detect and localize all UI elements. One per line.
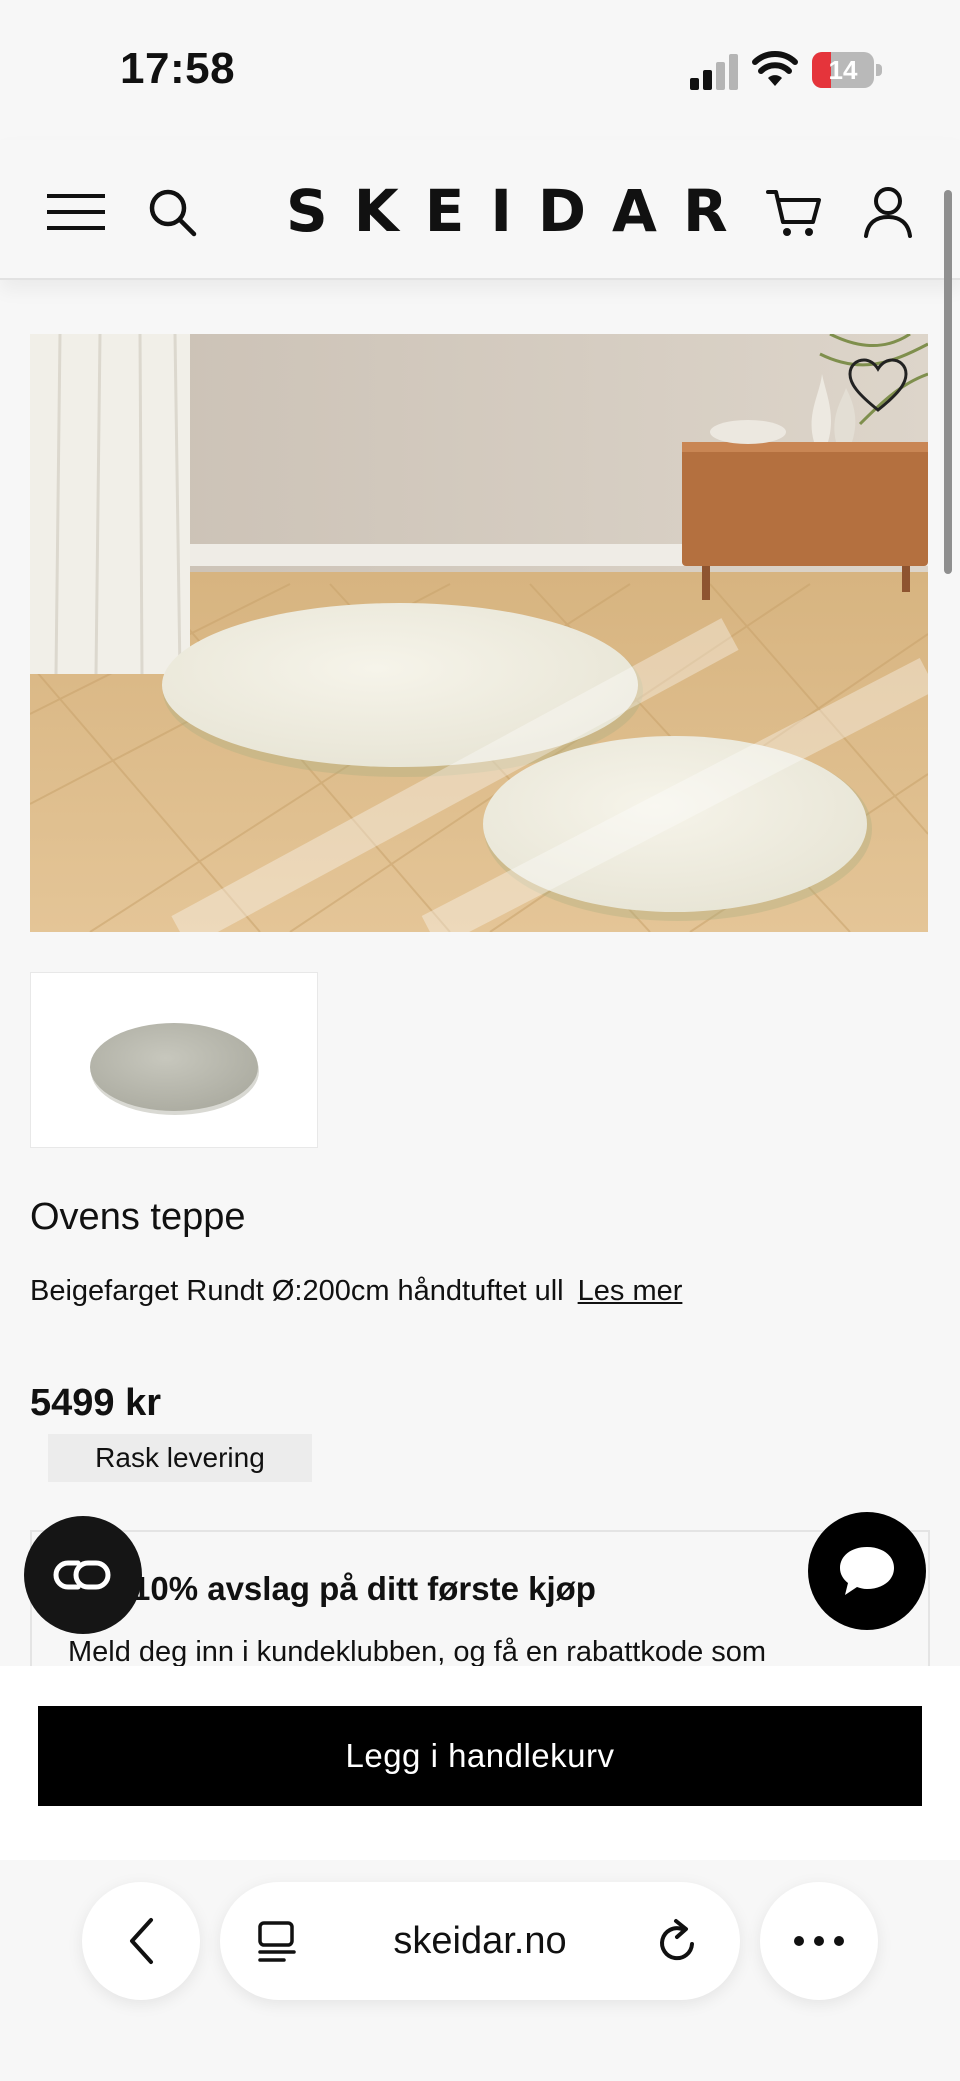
add-to-cart-button[interactable]: Legg i handlekurv <box>38 1706 922 1806</box>
chat-bubble-icon <box>840 1547 894 1595</box>
delivery-badge: Rask levering <box>48 1434 312 1482</box>
rug-thumbnail-image <box>90 1023 259 1115</box>
product-price: 5499 kr <box>30 1382 162 1424</box>
battery-percent: 14 <box>828 55 858 85</box>
product-description-text: Beigefarget Rundt Ø:200cm håndtuftet ull <box>30 1275 564 1307</box>
reload-icon[interactable] <box>656 1918 700 1964</box>
battery-icon: 14 <box>812 52 882 88</box>
cart-icon <box>766 190 821 236</box>
user-icon <box>864 187 912 238</box>
wishlist-button[interactable] <box>846 356 910 416</box>
menu-icon <box>47 194 105 230</box>
wifi-icon <box>752 51 798 86</box>
product-thumbnail[interactable] <box>30 972 318 1148</box>
status-bar: 17:58 14 <box>0 0 960 140</box>
address-bar[interactable]: skeidar.no <box>220 1882 740 2000</box>
chat-button[interactable] <box>808 1512 926 1630</box>
room-scene-image <box>30 334 928 932</box>
back-button[interactable] <box>82 1882 200 2000</box>
browser-toolbar: skeidar.no <box>0 1860 960 2081</box>
heart-icon <box>848 358 908 412</box>
menu-button[interactable] <box>46 182 106 242</box>
read-more-link[interactable]: Les mer <box>578 1275 683 1307</box>
site-logo[interactable]: SKEIDAR <box>260 180 728 242</box>
product-description: Beigefarget Rundt Ø:200cm håndtuftet ull… <box>30 1268 730 1314</box>
loyalty-button[interactable] <box>24 1516 142 1634</box>
more-button[interactable] <box>760 1882 878 2000</box>
product-title: Ovens teppe <box>30 1196 246 1238</box>
account-button[interactable] <box>858 182 918 242</box>
chevron-left-icon <box>130 1918 153 1964</box>
promo-title: 10% avslag på ditt første kjøp <box>132 1570 596 1607</box>
promo-text: Meld deg inn i kundeklubben, og få en ra… <box>68 1636 767 1668</box>
search-button[interactable] <box>142 182 202 242</box>
status-time: 17:58 <box>120 44 236 93</box>
more-dots-icon <box>794 1936 844 1946</box>
cart-button[interactable] <box>764 182 824 242</box>
search-icon <box>149 189 197 237</box>
product-main-image[interactable] <box>30 334 928 932</box>
site-header: SKEIDAR <box>0 140 960 280</box>
cellular-signal-icon <box>690 54 738 90</box>
loyalty-icon <box>53 1560 111 1590</box>
scroll-indicator[interactable] <box>944 190 952 574</box>
app-screen: 17:58 14 SKEIDAR Ovens teppe Beigefarget… <box>0 0 960 2081</box>
